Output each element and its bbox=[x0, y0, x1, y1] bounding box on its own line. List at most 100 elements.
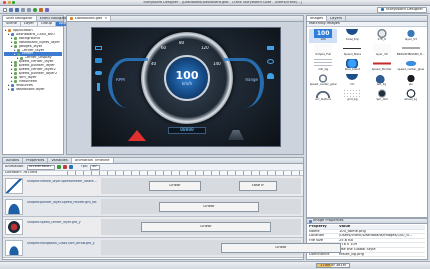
save-all-icon[interactable] bbox=[15, 7, 19, 12]
timeline-lane[interactable]: Linear bbox=[101, 219, 301, 235]
tree-expand-icon[interactable]: ▸ bbox=[11, 37, 13, 40]
tree-expand-icon[interactable]: ▸ bbox=[11, 76, 13, 79]
tab-sbm-navigator[interactable]: SBM Navigator bbox=[3, 16, 37, 21]
image-thumbnail[interactable]: layer_53 bbox=[397, 29, 425, 43]
image-thumbnail[interactable]: BRDASHBOARD_8888 bbox=[397, 44, 425, 58]
range-gauge-arc bbox=[224, 58, 264, 108]
image-thumbnail[interactable]: 178_0 bbox=[368, 29, 396, 43]
tree-expand-icon[interactable]: ▸ bbox=[11, 80, 13, 83]
timeline-row[interactable]: Shaped:speed_center_layer.grd_y Linear bbox=[3, 217, 303, 238]
delete-animation-icon[interactable] bbox=[62, 165, 67, 169]
layer-icon bbox=[14, 80, 18, 84]
tab-variables[interactable]: Variables bbox=[48, 158, 72, 163]
undo-icon[interactable] bbox=[21, 7, 25, 12]
image-thumbnail[interactable]: Speed_Pointer bbox=[368, 59, 396, 73]
gauge-mark-40: 40 bbox=[151, 62, 157, 66]
image-thumbnail[interactable]: layer_30 bbox=[368, 44, 396, 58]
tab-animation-timeline[interactable]: Animation Timeline bbox=[71, 158, 114, 163]
animation-step-bar[interactable]: Linear bbox=[141, 222, 271, 232]
tab-layer[interactable]: Layer bbox=[21, 22, 38, 26]
timeline-row-name: Shaped:navigation_Glass.rpm_arrow.grd_y bbox=[27, 241, 95, 245]
thumbnail-image bbox=[314, 89, 333, 98]
debug-icon[interactable] bbox=[39, 7, 43, 12]
image-thumbnail[interactable]: Speed_center_glow bbox=[309, 74, 337, 88]
tab-actions[interactable]: Actions bbox=[3, 158, 24, 163]
tab-images[interactable]: Images bbox=[307, 16, 328, 21]
timeline-lane[interactable]: Linear bbox=[101, 198, 301, 214]
time-scale[interactable] bbox=[67, 171, 303, 175]
image-thumbnail[interactable]: chr bbox=[338, 74, 366, 88]
property-value: Use the Global Style bbox=[339, 247, 376, 251]
tree-expand-icon[interactable]: ▸ bbox=[5, 29, 7, 32]
thumbnail-label: Speed_Nixie bbox=[343, 53, 361, 56]
property-value: 100_dome.png bbox=[339, 229, 366, 233]
tree-expand-icon[interactable]: ▸ bbox=[11, 45, 13, 48]
layer-icon bbox=[11, 83, 15, 87]
timeline-row[interactable]: Shaped:pointer_layer.Speed_Pointer.grd_r… bbox=[3, 196, 303, 217]
image-thumbnail[interactable]: blue_blend bbox=[338, 59, 366, 73]
property-row[interactable]: Dominance resize_bg.png bbox=[309, 253, 425, 258]
image-thumbnail[interactable]: wheel_bg bbox=[397, 89, 425, 103]
tree-expand-icon[interactable]: ▸ bbox=[17, 57, 19, 60]
animation-step-bar[interactable]: Linear bbox=[149, 181, 201, 191]
tree-expand-icon[interactable]: ▸ bbox=[11, 64, 13, 67]
perspective-button[interactable]: Storyboard Designer bbox=[376, 6, 427, 13]
image-thumbnail[interactable]: grid_bg bbox=[338, 89, 366, 103]
tree-expand-icon[interactable]: ▸ bbox=[8, 84, 10, 87]
tab-layers[interactable]: Layers bbox=[327, 16, 347, 21]
image-thumbnail[interactable]: speed_center_glow bbox=[397, 59, 425, 73]
tab-group[interactable]: Group bbox=[38, 22, 56, 26]
tree-expand-icon[interactable]: ▸ bbox=[11, 41, 13, 44]
simulator-icon[interactable] bbox=[45, 7, 49, 12]
fps-field[interactable]: 30 bbox=[89, 164, 100, 170]
tree-expand-icon[interactable]: ▸ bbox=[11, 72, 13, 75]
image-thumbnail[interactable]: pin bbox=[397, 74, 425, 88]
add-animation-icon[interactable] bbox=[56, 165, 61, 169]
image-thumbnail[interactable]: bowl_top bbox=[338, 29, 366, 43]
close-window-icon[interactable] bbox=[3, 1, 6, 4]
new-file-icon[interactable] bbox=[3, 7, 7, 12]
battery-icon bbox=[95, 46, 102, 50]
thumbnail-image bbox=[343, 44, 362, 53]
animation-step-bar[interactable]: Linear bbox=[159, 201, 259, 212]
layer-icon bbox=[14, 72, 18, 76]
dashboard-canvas[interactable]: 100 km/h 40 60 80 120 140 RPM Range 0000… bbox=[91, 27, 281, 147]
tree-expand-icon[interactable]: ▸ bbox=[11, 61, 13, 64]
timeline-row[interactable]: Shaped:navigation_Glass.rpm_arrow.grd_y L… bbox=[3, 237, 341, 258]
timeline-row[interactable]: Shaped:needle_layer.speedometer_rotate.g… bbox=[3, 176, 303, 197]
timeline-thumbnail-icon bbox=[5, 239, 23, 256]
animation-select[interactable]: acceleration bbox=[26, 164, 55, 170]
speedometer-gauge[interactable]: 100 km/h 40 60 80 120 140 bbox=[141, 32, 233, 124]
close-tab-icon[interactable]: × bbox=[104, 17, 107, 21]
tree-expand-icon[interactable]: ▸ bbox=[8, 88, 10, 91]
tree-item[interactable]: ▸ dashboard layer bbox=[4, 87, 62, 91]
animation-step-label: Ease in bbox=[251, 184, 265, 188]
tab-scene[interactable]: Scene bbox=[3, 22, 21, 26]
tree-expand-icon[interactable]: ▸ bbox=[11, 68, 13, 71]
save-icon[interactable] bbox=[9, 7, 13, 12]
tree-expand-icon[interactable]: ▸ bbox=[14, 53, 16, 56]
memory-indicator[interactable]: 170M of 381M bbox=[316, 263, 350, 268]
play-animation-icon[interactable] bbox=[68, 165, 73, 169]
redo-icon[interactable] bbox=[27, 7, 31, 12]
minimize-window-icon[interactable] bbox=[7, 1, 11, 4]
tab-properties[interactable]: Properties bbox=[23, 158, 49, 163]
image-thumbnail[interactable]: arc_texture bbox=[309, 89, 337, 103]
layer-icon bbox=[14, 45, 18, 48]
layer-icon bbox=[14, 37, 18, 41]
layer-icon bbox=[14, 41, 18, 45]
timeline-lane[interactable]: Linear Ease in bbox=[101, 178, 301, 194]
animation-step-bar[interactable]: Ease in bbox=[239, 181, 277, 191]
run-icon[interactable] bbox=[33, 7, 37, 12]
tree-expand-icon[interactable]: ▸ bbox=[8, 33, 10, 36]
image-thumbnail[interactable]: info_bg bbox=[309, 59, 337, 73]
image-thumbnail[interactable]: Simple_Full bbox=[309, 44, 337, 58]
image-thumbnail[interactable]: left_bg bbox=[368, 74, 396, 88]
image-thumbnail[interactable]: 100 100 bbox=[309, 29, 338, 43]
tree-expand-icon[interactable]: ▸ bbox=[14, 49, 16, 52]
timeline-lane[interactable]: Linear bbox=[101, 239, 341, 255]
image-thumbnail[interactable]: Speed_Nixie bbox=[338, 44, 366, 58]
image-thumbnail[interactable]: rpm_dial bbox=[368, 89, 396, 103]
animation-step-bar[interactable]: Linear bbox=[221, 242, 341, 253]
tab-dashboard-gde[interactable]: Dashboard.gde × bbox=[67, 16, 112, 21]
